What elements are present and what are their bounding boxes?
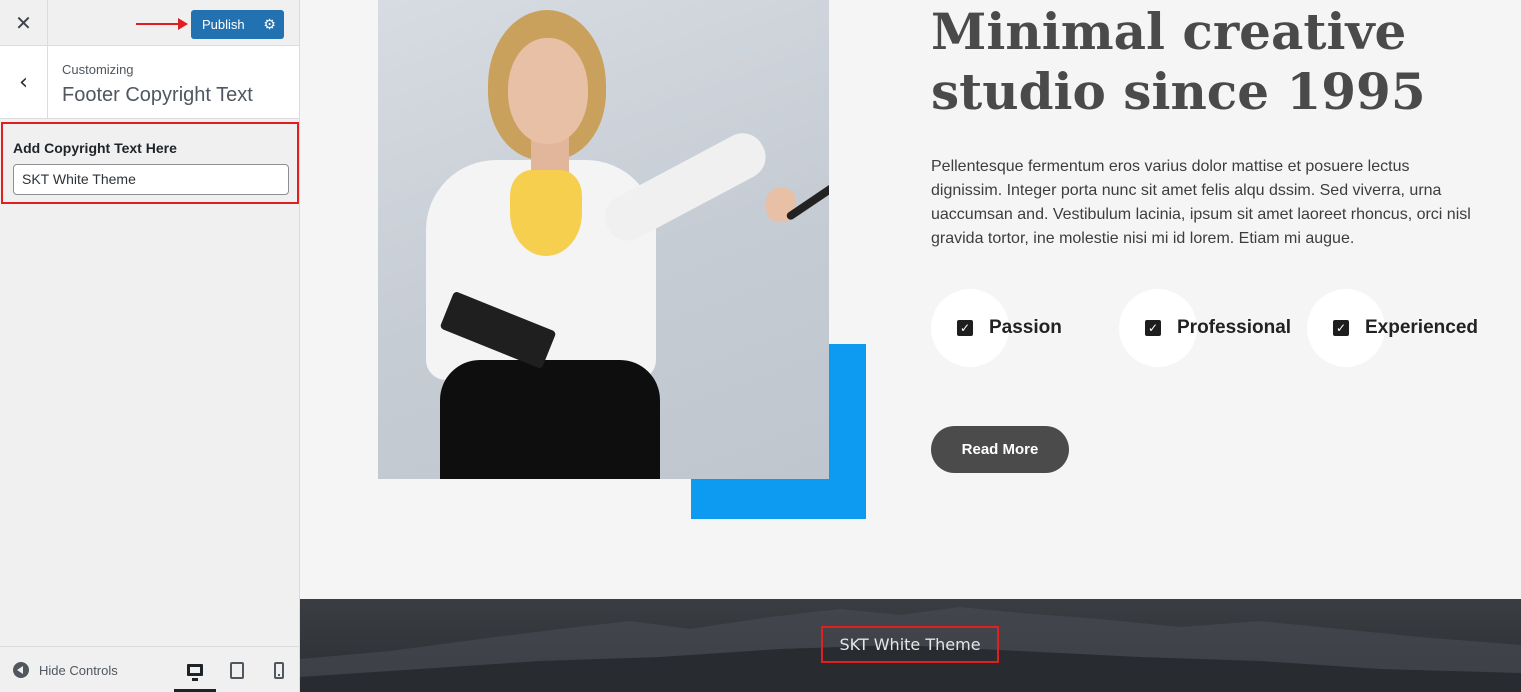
feature-label: Experienced — [1365, 317, 1478, 338]
publish-label[interactable]: Publish — [191, 17, 255, 32]
footer-copyright: SKT White Theme — [821, 626, 999, 663]
publish-button[interactable]: Publish ⚙ — [191, 10, 284, 39]
annotation-arrow — [136, 18, 188, 30]
copyright-input[interactable]: SKT White Theme — [13, 164, 289, 195]
section-header: ‹ Customizing Footer Copyright Text — [0, 46, 299, 119]
close-icon[interactable]: ✕ — [0, 0, 48, 45]
section-title: Footer Copyright Text — [62, 84, 253, 106]
copyright-control: Add Copyright Text Here SKT White Theme — [1, 122, 299, 204]
desktop-icon — [187, 664, 203, 681]
back-icon[interactable]: ‹ — [0, 46, 48, 118]
breadcrumb: Customizing — [62, 62, 134, 77]
feature-experienced: ✓ Experienced — [1307, 289, 1478, 367]
check-icon: ✓ — [1145, 320, 1161, 336]
feature-passion: ✓ Passion — [931, 289, 1062, 367]
presenter-photo — [378, 0, 829, 479]
tablet-icon — [230, 661, 244, 679]
mobile-preview-button[interactable] — [258, 647, 300, 692]
desktop-preview-button[interactable] — [174, 647, 216, 692]
gear-icon[interactable]: ⚙ — [255, 10, 284, 39]
tablet-preview-button[interactable] — [216, 647, 258, 692]
collapse-icon — [13, 662, 29, 678]
mobile-icon — [274, 661, 284, 679]
hero-headline: Minimal creative studio since 1995 — [931, 2, 1426, 121]
hero-paragraph: Pellentesque fermentum eros varius dolor… — [931, 158, 1471, 247]
feature-professional: ✓ Professional — [1119, 289, 1291, 367]
customizer-header: ✕ Publish ⚙ — [0, 0, 299, 46]
feature-label: Passion — [989, 317, 1062, 338]
feature-label: Professional — [1177, 317, 1292, 338]
read-more-button[interactable]: Read More — [931, 426, 1069, 473]
site-preview: Minimal creative studio since 1995 Pelle… — [300, 0, 1521, 692]
site-footer: SKT White Theme — [300, 599, 1521, 692]
check-icon: ✓ — [957, 320, 973, 336]
hide-controls-label: Hide Controls — [39, 662, 118, 678]
hide-controls-button[interactable]: Hide Controls — [13, 647, 118, 692]
check-icon: ✓ — [1333, 320, 1349, 336]
copyright-label: Add Copyright Text Here — [13, 140, 177, 156]
customizer-sidebar: ✕ Publish ⚙ ‹ Customizing Footer Copyrig… — [0, 0, 300, 692]
customizer-footer: Hide Controls — [0, 646, 299, 692]
